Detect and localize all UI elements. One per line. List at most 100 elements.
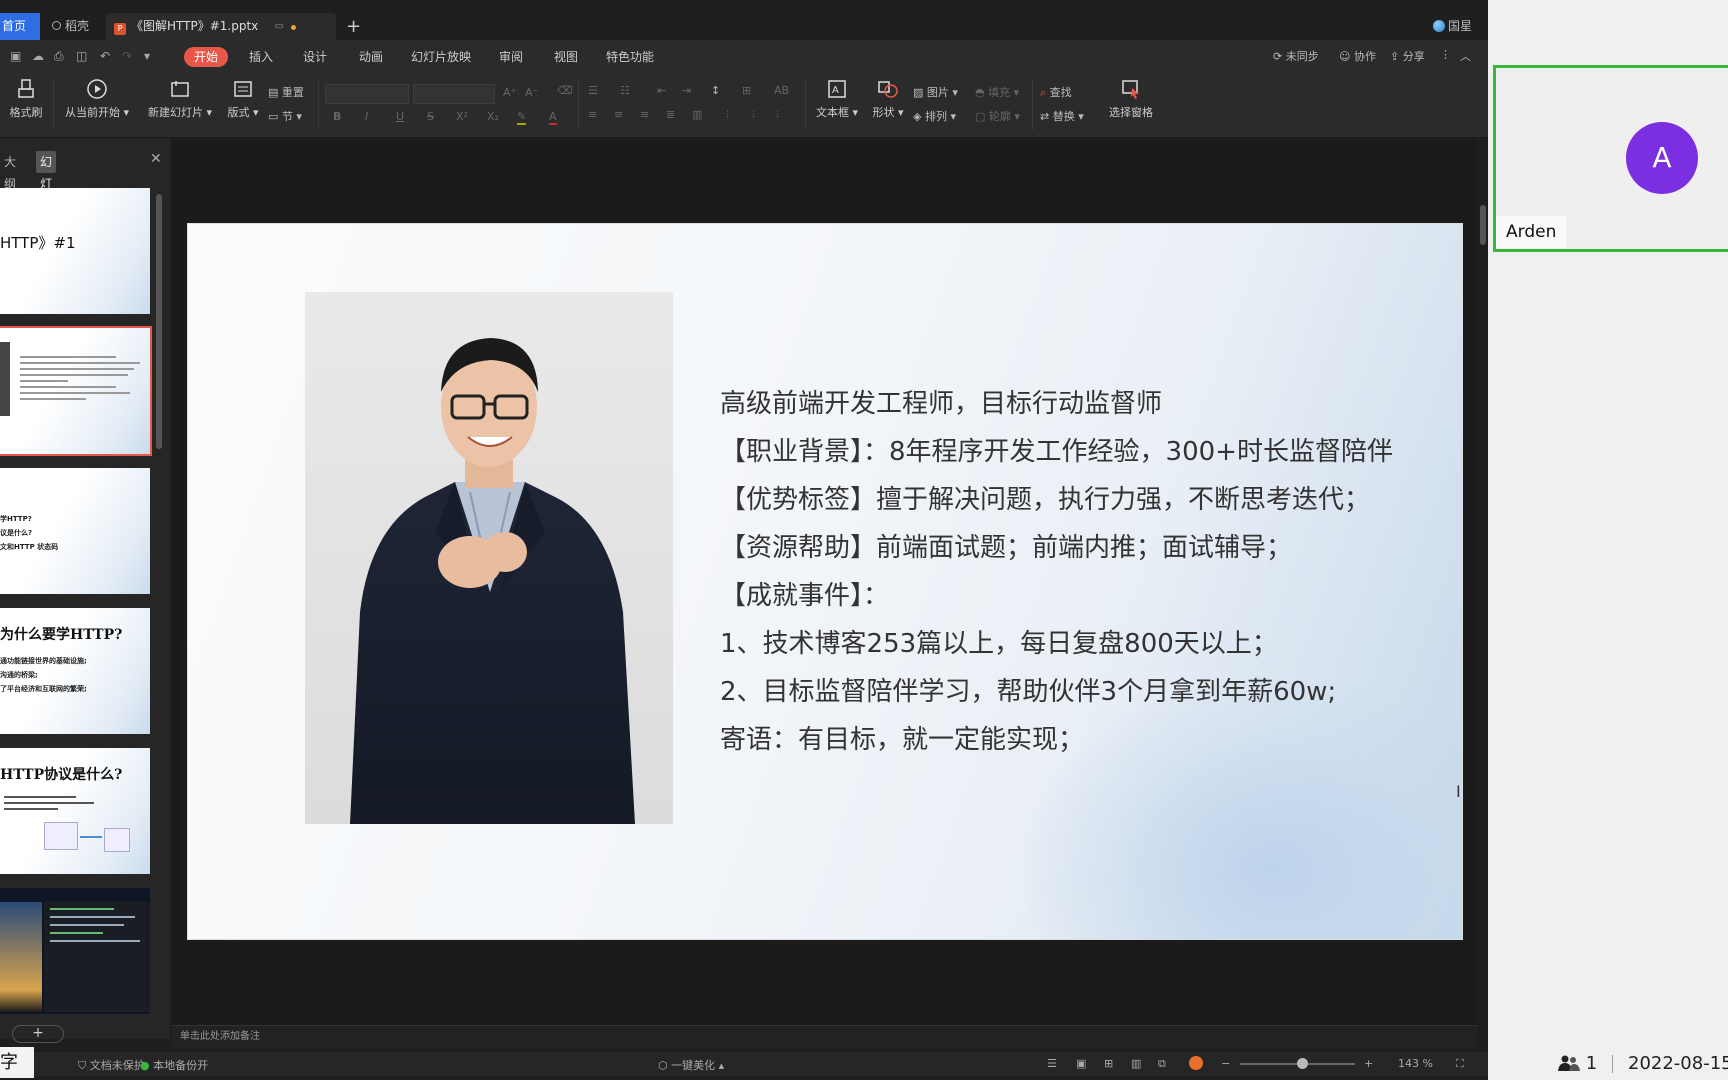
textbox-button[interactable]: A 文本框 ▾ — [814, 78, 860, 120]
align-left-icon[interactable]: ≡ — [588, 108, 597, 121]
replace-button[interactable]: ⇄ 替换 ▾ — [1040, 108, 1084, 124]
close-icon[interactable]: ✕ — [150, 151, 162, 167]
tab-file[interactable]: P 《图解HTTP》#1.pptx ▭ — [106, 13, 336, 40]
slide-sorter-icon[interactable]: ⊞ — [1104, 1057, 1113, 1070]
align-right-icon[interactable]: ≡ — [640, 108, 649, 121]
subtitle-overlay-button[interactable]: 字幕 — [0, 1047, 34, 1078]
account-button[interactable]: 国星 — [1432, 13, 1472, 40]
font-color-icon[interactable]: A — [549, 110, 557, 125]
menu-view[interactable]: 视图 — [554, 47, 578, 67]
menu-slideshow[interactable]: 幻灯片放映 — [411, 47, 471, 67]
line-spacing-icon[interactable]: ↕ — [711, 84, 720, 97]
redo-icon[interactable]: ↷ — [122, 49, 132, 63]
thumbnail-scrollbar[interactable] — [156, 194, 162, 449]
text-direction-icon[interactable]: ⊞ — [742, 84, 751, 97]
more-icon[interactable]: ⋮ — [1440, 48, 1451, 61]
menu-insert[interactable]: 插入 — [249, 47, 273, 67]
para-spacing-icon[interactable]: ⫶ — [776, 108, 779, 122]
tab-slides[interactable]: 幻灯片 — [36, 151, 57, 213]
decrease-indent-icon[interactable]: ⇤ — [657, 84, 666, 97]
layout-button[interactable]: 版式 ▾ — [226, 78, 260, 120]
superscript-icon[interactable]: X² — [456, 110, 468, 123]
notes-toggle-icon[interactable]: ☰ — [1047, 1057, 1057, 1070]
bullets-icon[interactable]: ☰ — [588, 84, 598, 97]
slide-thumbnail-6[interactable] — [0, 888, 150, 1014]
shrink-font-icon[interactable]: A⁻ — [525, 86, 538, 99]
strikethrough-icon[interactable]: S — [427, 110, 434, 123]
new-slide-button[interactable]: 新建幻灯片 ▾ — [146, 78, 214, 120]
tab-outline[interactable]: 大纲 — [0, 151, 20, 191]
new-tab-button[interactable]: + — [346, 13, 361, 40]
font-size-select[interactable] — [413, 84, 495, 104]
justify-icon[interactable]: ≣ — [666, 108, 675, 121]
slide-text-block[interactable]: 高级前端开发工程师，目标行动监督师 【职业背景】：8年程序开发工作经验，300+… — [720, 380, 1393, 764]
menu-review[interactable]: 审阅 — [499, 47, 523, 67]
tab-daoke[interactable]: 稻壳 — [44, 13, 102, 40]
undo-icon[interactable]: ↶ — [100, 49, 110, 63]
slide-canvas[interactable]: 高级前端开发工程师，目标行动监督师 【职业背景】：8年程序开发工作经验，300+… — [187, 223, 1463, 940]
cloud-icon[interactable]: ☁ — [32, 49, 44, 63]
selection-pane-button[interactable]: 选择窗格 — [1105, 78, 1157, 120]
save-icon[interactable]: ▣ — [10, 49, 21, 63]
format-painter-button[interactable]: 格式刷 — [8, 78, 44, 120]
find-button[interactable]: ⌕ 查找 — [1040, 84, 1072, 100]
bold-icon[interactable]: B — [333, 110, 341, 123]
subscript-icon[interactable]: X₂ — [487, 110, 499, 123]
outline-button[interactable]: ▢ 轮廓 ▾ — [975, 108, 1020, 124]
arrange-button[interactable]: ◈ 排列 ▾ — [913, 108, 956, 124]
increase-indent-icon[interactable]: ⇥ — [682, 84, 691, 97]
text-fit-icon[interactable]: AB — [774, 84, 789, 97]
collapse-ribbon-icon[interactable]: ︿ — [1460, 48, 1471, 64]
italic-icon[interactable]: I — [365, 110, 368, 123]
share-button[interactable]: ⇪ 分享 — [1390, 48, 1425, 64]
section-button[interactable]: ▭ 节 ▾ — [268, 108, 302, 124]
zoom-out-icon[interactable]: − — [1221, 1057, 1230, 1070]
vertical-align-icon[interactable]: ⫶ — [752, 108, 755, 122]
numbering-icon[interactable]: ☷ — [620, 84, 630, 97]
collab-button[interactable]: ☺ 协作 — [1339, 48, 1376, 64]
zoom-level[interactable]: 143 % — [1398, 1057, 1433, 1070]
zoom-in-icon[interactable]: + — [1364, 1057, 1373, 1070]
shape-button[interactable]: 形状 ▾ — [868, 78, 908, 120]
distribute-icon[interactable]: ▥ — [692, 108, 702, 121]
reading-view-icon[interactable]: ▥ — [1131, 1057, 1141, 1070]
play-from-current-button[interactable]: 从当前开始 ▾ — [62, 78, 132, 120]
customize-chevron-icon[interactable]: ▾ — [144, 49, 150, 63]
align-center-icon[interactable]: ≡ — [614, 108, 623, 121]
fit-window-icon[interactable]: ⛶ — [1456, 1057, 1464, 1071]
slide-thumbnail-5[interactable]: HTTP协议是什么? — [0, 748, 150, 874]
grow-font-icon[interactable]: A⁺ — [503, 86, 516, 99]
sync-status[interactable]: ⟳ 未同步 — [1273, 48, 1319, 64]
notes-area[interactable]: 单击此处添加备注 — [172, 1025, 1477, 1047]
beautify-button[interactable]: ⬡ 一键美化 ▴ — [658, 1057, 724, 1073]
participants-count[interactable]: 1 — [1558, 1053, 1597, 1074]
slide-thumbnail-1[interactable]: HTTP》#1 — [0, 188, 150, 314]
normal-view-icon[interactable]: ▣ — [1076, 1057, 1086, 1070]
participant-tile-active-speaker[interactable]: A Arden — [1493, 65, 1728, 252]
menu-animation[interactable]: 动画 — [359, 47, 383, 67]
preview-icon[interactable]: ◫ — [76, 49, 87, 63]
add-slide-button[interactable]: + — [12, 1025, 64, 1043]
picture-button[interactable]: ▨ 图片 ▾ — [913, 84, 958, 100]
play-slideshow-icon[interactable] — [1189, 1056, 1203, 1070]
print-icon[interactable]: ⎙ — [54, 49, 64, 64]
column-icon[interactable]: ⫶ — [726, 108, 729, 122]
fill-button[interactable]: ◓ 填充 ▾ — [975, 84, 1019, 100]
highlight-icon[interactable]: ✎ — [517, 110, 527, 125]
tab-home[interactable]: 首页 — [0, 13, 40, 40]
slide-thumbnail-3[interactable]: 学HTTP? 议是什么? 文和HTTP 状态码 — [0, 468, 150, 594]
slide-thumbnail-4[interactable]: 为什么要学HTTP? 通功能链接世界的基础设施; 沟通的桥梁; 了平台经济和互联… — [0, 608, 150, 734]
presenter-view-icon[interactable]: ⧉ — [1158, 1057, 1166, 1071]
font-family-select[interactable] — [325, 84, 409, 104]
menu-design[interactable]: 设计 — [303, 47, 327, 67]
zoom-slider-knob[interactable] — [1297, 1058, 1308, 1069]
reset-button[interactable]: ▤ 重置 — [268, 84, 304, 100]
canvas-scrollbar[interactable] — [1480, 205, 1486, 245]
doc-protection-status[interactable]: ⛉ 文档未保护 — [78, 1057, 145, 1073]
underline-icon[interactable]: U — [396, 110, 404, 123]
clear-format-icon[interactable]: ⌫ — [557, 84, 573, 97]
menu-home[interactable]: 开始 — [184, 47, 229, 67]
slide-thumbnail-2[interactable] — [0, 326, 152, 456]
menu-features[interactable]: 特色功能 — [606, 47, 654, 67]
local-backup-status[interactable]: ● 本地备份开 — [140, 1057, 208, 1073]
